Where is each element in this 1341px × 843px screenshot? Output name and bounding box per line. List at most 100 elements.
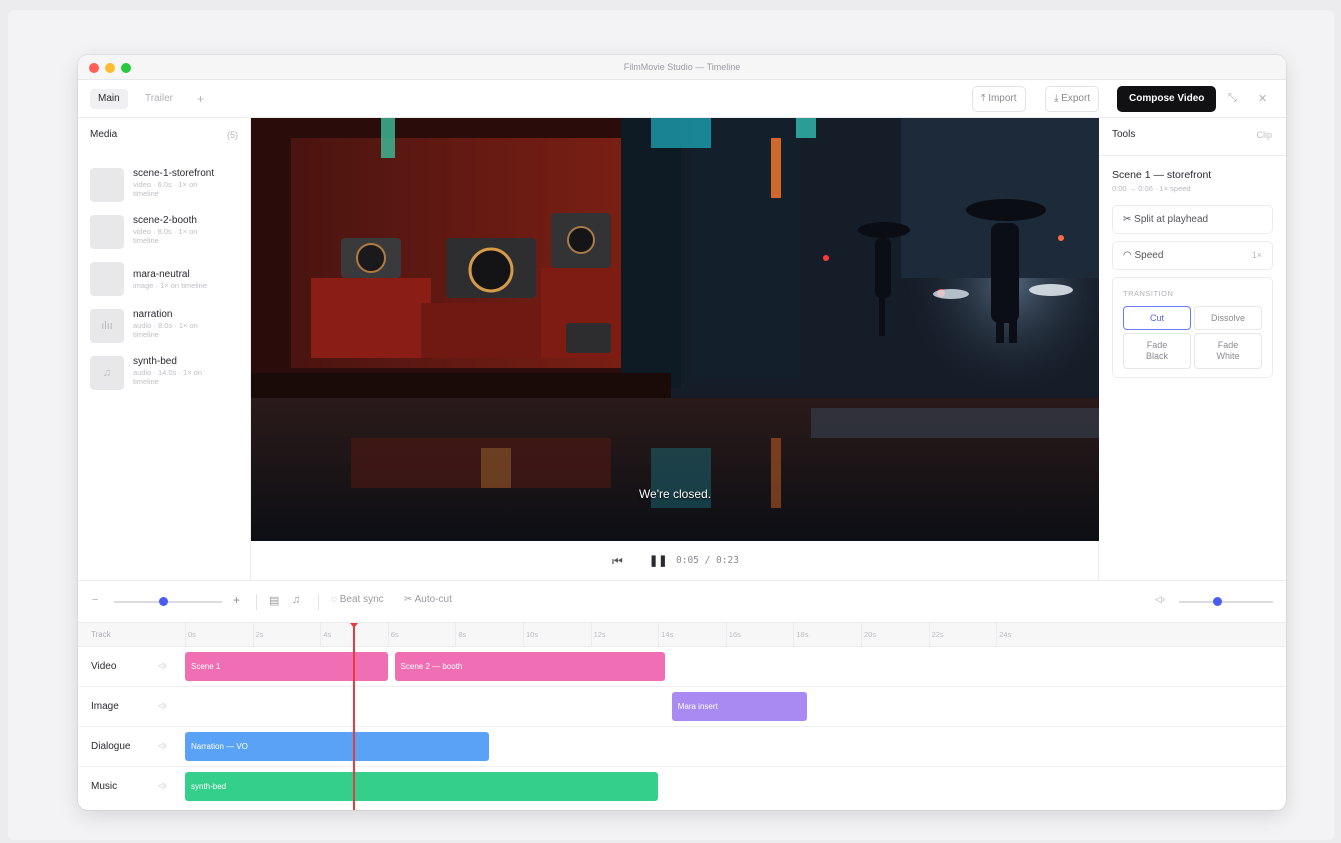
transition-cut[interactable]: Cut: [1123, 306, 1191, 330]
speed-gauge-icon: ◠: [1123, 250, 1132, 261]
ruler-gridline: [455, 623, 457, 647]
transition-fade-white[interactable]: Fade White: [1194, 333, 1262, 369]
ruler-tick-label: 16s: [728, 630, 741, 639]
download-icon: ⤓: [1054, 93, 1059, 104]
skip-back-icon[interactable]: ⏮: [612, 554, 623, 569]
image-thumbnail: [90, 262, 124, 296]
speaker-icon[interactable]: ◁›: [158, 701, 167, 710]
ruler-gridline: [861, 623, 862, 647]
clip-meta: 0:00 → 0:06 · 1× speed: [1112, 184, 1191, 193]
timeline-clip[interactable]: Narration — VO: [185, 732, 490, 761]
add-tab-icon[interactable]: +: [197, 89, 204, 109]
pause-icon[interactable]: ❚❚: [649, 554, 667, 567]
speed-control[interactable]: ◠ Speed 1×: [1112, 241, 1273, 270]
timeline-toolbar: − + ▤ ♫ ◌ Beat sync ✂ Auto-cut ◁›: [78, 581, 1286, 623]
video-frame[interactable]: We're closed.: [251, 118, 1099, 541]
zoom-slider-track[interactable]: [114, 601, 222, 603]
volume-slider-track[interactable]: [1179, 601, 1273, 603]
tab-main[interactable]: Main: [90, 89, 128, 109]
ruler-tick-label: 12s: [593, 630, 606, 639]
music-note-icon[interactable]: ♫: [292, 594, 300, 606]
media-meta: audio · 14.0s · 1× on timeline: [133, 368, 203, 386]
ruler-tick-label: 8s: [458, 630, 467, 639]
time-ruler[interactable]: Track 0s 2s 4s 6s 8s 10s 12s 14s 16s 18s 20s 22s 24s: [78, 623, 1286, 647]
transition-title: TRANSITION: [1123, 289, 1174, 298]
track-name: Video: [91, 661, 117, 672]
import-button[interactable]: ⤒ Import: [972, 86, 1026, 112]
auto-cut-button[interactable]: ✂ Auto-cut: [404, 594, 452, 605]
media-item-scene-1[interactable]: scene-1-storefront video · 6.0s · 1× on …: [90, 168, 245, 208]
zoom-out-icon[interactable]: −: [92, 594, 98, 606]
transition-card: TRANSITION Cut Dissolve Fade Black Fade …: [1112, 277, 1273, 378]
close-icon[interactable]: ✕: [1258, 92, 1267, 105]
volume-icon[interactable]: ◁›: [1155, 594, 1165, 605]
zoom-in-icon[interactable]: +: [233, 593, 240, 607]
tab-trailer[interactable]: Trailer: [145, 89, 173, 109]
transition-dissolve[interactable]: Dissolve: [1194, 306, 1262, 330]
zoom-slider-knob[interactable]: [158, 597, 168, 606]
media-name: scene-2-booth: [133, 215, 197, 226]
media-name: synth-bed: [133, 356, 177, 367]
timeline-clip[interactable]: Scene 1: [185, 652, 388, 681]
ruler-tick-label: 14s: [661, 630, 674, 639]
speaker-icon[interactable]: ◁›: [158, 781, 167, 790]
track-name: Dialogue: [91, 741, 131, 752]
media-item-mara[interactable]: mara-neutral image · 1× on timeline: [90, 262, 245, 302]
timeline-clip[interactable]: Mara insert: [671, 692, 807, 721]
app-window: FilmMovie Studio — Timeline Main Trailer…: [78, 55, 1286, 810]
ruler-gridline: [523, 623, 524, 647]
ruler-tick-label: 24s: [999, 630, 1012, 639]
beat-sync-button[interactable]: ◌ Beat sync: [331, 594, 384, 605]
ruler-tick-label: 0s: [188, 630, 196, 639]
media-meta: video · 6.0s · 1× on timeline: [133, 180, 198, 198]
media-title: Media: [90, 129, 118, 140]
split-at-playhead-button[interactable]: ✂ Split at playhead: [1112, 205, 1273, 234]
media-item-narration[interactable]: ılıı narration audio · 8.0s · 1× on time…: [90, 309, 245, 349]
ruler-gridline: [725, 623, 727, 647]
music-note-icon: ♫: [90, 356, 124, 390]
ruler-gridline: [320, 623, 322, 647]
timeline-clip[interactable]: Scene 2 — booth: [394, 652, 665, 681]
time-display: 0:05 / 0:23: [676, 555, 739, 566]
split-label: Split at playhead: [1134, 214, 1209, 225]
ruler-gridline: [387, 623, 389, 647]
window-title: FilmMovie Studio — Timeline: [623, 62, 741, 72]
speed-value: 1×: [1251, 250, 1262, 260]
timeline-clip[interactable]: synth-bed: [185, 772, 659, 801]
scissors-icon: ✂: [1123, 214, 1132, 225]
ruler-gridline: [793, 623, 795, 647]
media-item-synth-bed[interactable]: ♫ synth-bed audio · 14.0s · 1× on timeli…: [90, 356, 245, 396]
collapse-icon[interactable]: ⤡: [1228, 92, 1237, 105]
track-name: Music: [91, 781, 118, 792]
ruler-tick-label: 10s: [526, 630, 539, 639]
speaker-icon[interactable]: ◁›: [158, 661, 167, 670]
ruler-tick-label: 22s: [931, 630, 944, 639]
export-button[interactable]: ⤓ Export: [1045, 86, 1100, 112]
volume-slider-knob[interactable]: [1212, 597, 1222, 606]
speaker-icon[interactable]: ◁›: [158, 741, 167, 750]
track-name: Image: [91, 701, 119, 712]
ruler-tick-label: 2s: [255, 630, 264, 639]
media-meta: audio · 8.0s · 1× on timeline: [133, 321, 198, 339]
ruler-gridline: [185, 623, 186, 647]
auto-cut-label: Auto-cut: [414, 594, 452, 605]
import-label: Import: [988, 93, 1017, 104]
preview-panel: We're closed. ⏮ ❚❚ 0:05 / 0:23: [251, 118, 1099, 580]
subtitle-text: We're closed.: [638, 487, 712, 501]
ruler-tick-label: 4s: [323, 630, 332, 639]
compose-video-button[interactable]: Compose Video: [1117, 86, 1217, 112]
media-panel: Media (5) scene-1-storefront video · 6.0…: [78, 118, 251, 580]
beat-sync-label: Beat sync: [339, 594, 384, 605]
waveform-icon: ılıı: [90, 309, 124, 343]
tab-clip[interactable]: Clip: [1256, 130, 1272, 140]
storefront-scene: [251, 118, 1099, 541]
media-name: mara-neutral: [133, 269, 190, 280]
transition-fade-black[interactable]: Fade Black: [1123, 333, 1191, 369]
media-item-scene-2[interactable]: scene-2-booth video · 8.0s · 1× on timel…: [90, 215, 245, 255]
playback-controls: ⏮ ❚❚ 0:05 / 0:23: [251, 541, 1099, 580]
film-strip-icon[interactable]: ▤: [269, 594, 279, 607]
speed-label: Speed: [1134, 250, 1164, 261]
playhead[interactable]: [353, 623, 355, 810]
title-bar: FilmMovie Studio — Timeline: [78, 55, 1286, 80]
export-label: Export: [1061, 93, 1091, 104]
